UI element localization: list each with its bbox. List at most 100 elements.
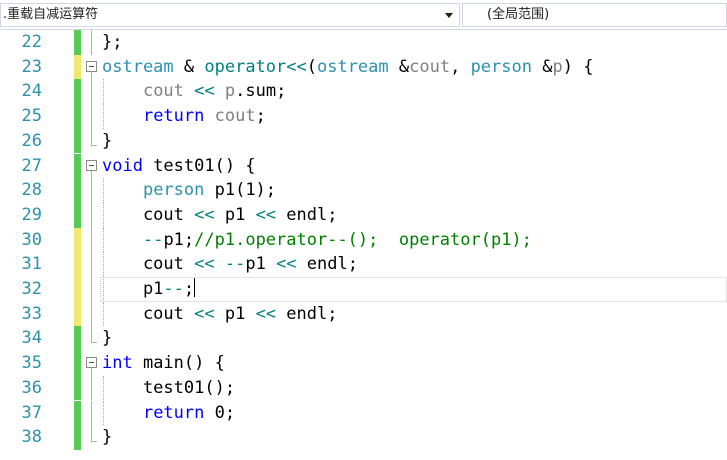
code-line[interactable]: 23 ostream & operator<<(ostream &cout, pe…: [0, 54, 727, 80]
line-number: 36: [21, 377, 42, 398]
code-line[interactable]: 29 cout << p1 << endl;: [0, 202, 727, 228]
saved-change-marker: [74, 351, 81, 376]
chevron-down-icon[interactable]: [445, 13, 453, 18]
saved-change-marker: [74, 153, 81, 179]
code-text[interactable]: test01();: [102, 376, 235, 401]
code-line[interactable]: 36 test01();: [0, 375, 727, 401]
code-line[interactable]: 27 void test01() {: [0, 153, 727, 179]
saved-change-marker: [74, 30, 81, 55]
member-dropdown[interactable]: (全局范围): [462, 3, 727, 27]
code-text[interactable]: person p1(1);: [102, 178, 276, 203]
line-number: 23: [21, 56, 42, 77]
fold-line: [91, 71, 92, 80]
unsaved-change-marker: [74, 54, 81, 80]
code-text[interactable]: void test01() {: [102, 154, 256, 179]
code-token: test01() {: [142, 155, 256, 176]
code-text[interactable]: }: [102, 425, 112, 450]
code-text[interactable]: cout << p1 << endl;: [102, 203, 338, 228]
line-number: 31: [21, 254, 42, 275]
code-token: <<: [194, 204, 215, 225]
code-token: cout: [102, 204, 195, 225]
fold-line: [91, 170, 92, 179]
code-token: endl;: [276, 204, 338, 225]
code-token: --: [224, 254, 246, 275]
code-token: cout: [409, 56, 451, 77]
scope-dropdown[interactable]: .重载自减运算符: [0, 3, 460, 27]
line-number: 33: [21, 303, 42, 324]
member-dropdown-value: (全局范围): [487, 7, 550, 22]
code-token: --: [163, 279, 184, 299]
fold-line: [91, 301, 92, 327]
fold-line: [91, 252, 92, 277]
line-number: 38: [21, 427, 42, 448]
fold-line: [91, 178, 92, 203]
code-token: return: [142, 106, 205, 127]
code-token: p: [552, 56, 563, 77]
collapse-icon[interactable]: [86, 357, 97, 369]
collapse-icon[interactable]: [86, 60, 97, 72]
code-text[interactable]: cout << --p1 << endl;: [102, 252, 358, 277]
code-token: ) {: [562, 56, 594, 77]
code-text[interactable]: cout << p.sum;: [102, 79, 286, 104]
code-token: cout: [102, 254, 195, 275]
code-text[interactable]: };: [102, 30, 122, 55]
unsaved-change-marker: [74, 277, 81, 302]
code-token: p1: [245, 254, 277, 275]
code-text[interactable]: }: [102, 326, 112, 351]
fold-line: [91, 400, 92, 426]
code-line[interactable]: 35 int main() {: [0, 351, 727, 376]
code-text[interactable]: return cout;: [102, 104, 266, 129]
unsaved-change-marker: [74, 301, 81, 327]
code-line[interactable]: 38}: [0, 425, 727, 450]
code-line[interactable]: 37 return 0;: [0, 400, 727, 426]
unsaved-change-marker: [74, 252, 81, 277]
fold-end-marker: [91, 425, 97, 443]
line-number: 27: [21, 155, 42, 176]
collapse-icon[interactable]: [86, 159, 97, 171]
line-number: 35: [21, 353, 42, 374]
code-text[interactable]: }: [102, 129, 112, 154]
code-token: //p1.operator--(); operator(p1);: [194, 229, 532, 250]
fold-end-marker: [91, 326, 97, 344]
code-line[interactable]: 28 person p1(1);: [0, 178, 727, 203]
code-line[interactable]: 30 --p1;//p1.operator--(); operator(p1);: [0, 227, 727, 253]
code-text[interactable]: --p1;//p1.operator--(); operator(p1);: [102, 228, 532, 253]
code-line[interactable]: 25 return cout;: [0, 104, 727, 129]
code-line[interactable]: 32 p1--;: [0, 277, 727, 302]
code-token: cout: [142, 81, 184, 102]
code-editor[interactable]: 22}; 23 ostream & operator<<(ostream &cout…: [0, 30, 727, 460]
saved-change-marker: [74, 425, 81, 450]
code-token: --: [142, 229, 164, 250]
code-text[interactable]: return 0;: [102, 401, 235, 426]
code-token: test01();: [102, 377, 236, 398]
code-text[interactable]: ostream & operator<<(ostream &cout, pers…: [102, 55, 593, 80]
code-text[interactable]: int main() {: [102, 351, 225, 376]
code-token: ;: [255, 106, 266, 127]
code-line[interactable]: 31 cout << --p1 << endl;: [0, 252, 727, 277]
code-token: }: [102, 130, 113, 151]
code-line[interactable]: 22};: [0, 30, 727, 55]
line-number: 28: [21, 180, 42, 201]
code-token: return: [142, 402, 205, 423]
code-token: }: [102, 328, 113, 349]
fold-line: [91, 30, 92, 55]
code-line[interactable]: 24 cout << p.sum;: [0, 79, 727, 105]
saved-change-marker: [74, 202, 81, 228]
code-token: &: [531, 56, 553, 77]
code-text[interactable]: cout << p1 << endl;: [102, 302, 338, 327]
code-token: person: [142, 180, 205, 201]
code-token: endl;: [296, 254, 358, 275]
code-token: 0;: [204, 402, 236, 423]
line-number: 29: [21, 204, 42, 225]
code-line[interactable]: 26}: [0, 128, 727, 154]
saved-change-marker: [74, 375, 81, 401]
code-line[interactable]: 34}: [0, 326, 727, 352]
code-line[interactable]: 33 cout << p1 << endl;: [0, 301, 727, 327]
navigation-bar: .重载自减运算符 (全局范围): [0, 0, 727, 30]
code-text[interactable]: p1--;: [102, 277, 196, 302]
code-token: <<: [194, 254, 215, 275]
